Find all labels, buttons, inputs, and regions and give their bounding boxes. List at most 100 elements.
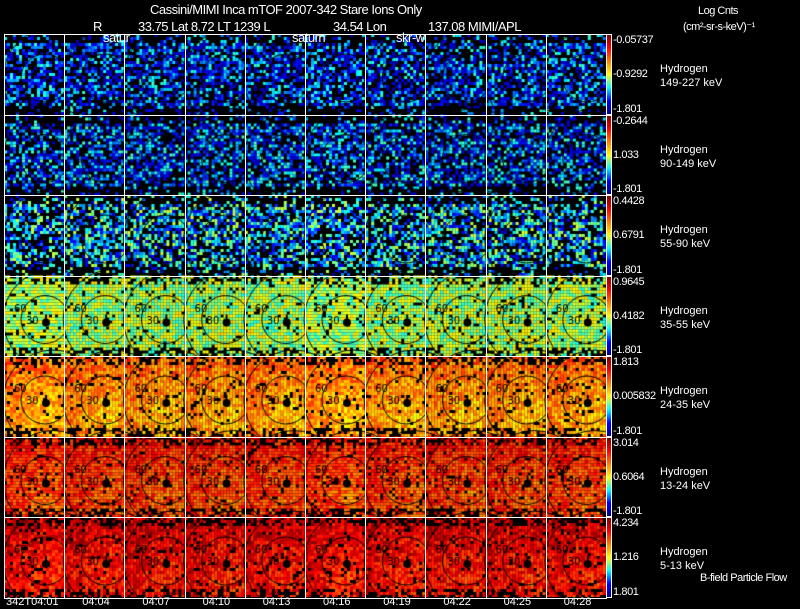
heatmap-cell [184,436,246,518]
energy-label: 55-90 keV [660,238,711,251]
heatmap-cell [365,436,427,518]
heatmap-cell [184,356,246,438]
heatmap-cell [124,114,186,196]
units-line1: Log Cnts [698,5,739,17]
heatmap-cell [64,517,126,599]
colorbar-min-label: -1.801 [613,263,642,276]
colorbar-mid-label: 1.216 [613,551,639,564]
colorbar-max-label: 1.813 [613,356,639,368]
heatmap-cell [124,436,186,518]
heatmap-cell [305,114,367,196]
heatmap-cell [124,275,186,357]
heatmap-cell [365,275,427,357]
overlay-label: saturn [292,30,326,45]
colorbar [606,114,612,195]
heatmap-cell [365,34,427,116]
row-label: Hydrogen 149-227 keV [660,62,722,90]
colorbar-min-label: -1.801 [613,424,642,437]
heatmap-cell [425,275,487,357]
time-tick-label: 04:04 [82,596,110,608]
heatmap-cell [4,275,66,357]
row-label: Hydrogen 90-149 keV [660,143,716,171]
subtitle-lon: 34.54 Lon [333,19,387,34]
heatmap-cell [305,275,367,357]
species-label: Hydrogen [660,143,708,156]
colorbar-min-label: -1.801 [613,505,642,517]
heatmap-cell [244,34,306,116]
heatmap-cell [485,356,547,438]
row-label: Hydrogen 13-24 keV [660,465,710,493]
heatmap-cell [244,356,306,438]
heatmap-cell [425,114,487,196]
heatmap-cell [4,436,66,518]
heatmap-cell [485,517,547,599]
time-tick-label: 04:13 [262,596,291,608]
colorbar [606,34,612,115]
colorbar-max-label: -0.2644 [613,114,648,127]
energy-label: 90-149 keV [660,157,717,170]
heatmap-cell [485,34,547,116]
colorbar-mid-label: -0.9292 [613,68,648,81]
heatmap-cell [124,356,186,438]
colorbar-min-label: 1.801 [613,585,639,598]
colorbar-mid-label: 0.005832 [613,390,656,403]
heatmap-cell [545,114,607,196]
row-label: Hydrogen 35-55 keV [660,304,710,332]
heatmap-cell [425,436,487,518]
heatmap-cell [244,436,306,518]
time-tick-label: 342T04:01 [6,596,59,608]
heatmap-cell [244,517,306,599]
subtitle-source: 137.08 MIMI/APL [428,19,521,34]
heatmap-cell [124,195,186,277]
subtitle-position: 33.75 Lat 8.72 LT 1239 L [138,19,271,34]
time-tick-label: 04:22 [443,596,471,608]
heatmap-cell [64,114,126,196]
colorbar-max-label: 4.234 [613,517,639,529]
heatmap-cell [64,275,126,357]
heatmap-cell [4,114,66,196]
heatmap-cell [184,517,246,599]
heatmap-cell [4,356,66,438]
energy-label: 13-24 keV [660,479,711,492]
colorbar-mid-label: 1.033 [613,148,639,161]
heatmap-cell [305,356,367,438]
overlay-label: skr-w [396,30,425,45]
heatmap-cell [4,517,66,599]
heatmap-cell [545,356,607,438]
species-label: Hydrogen [660,465,708,478]
colorbar [606,436,612,517]
heatmap-cell [124,34,186,116]
heatmap-cell [184,114,246,196]
heatmap-cell [4,195,66,277]
species-label: Hydrogen [660,304,708,317]
heatmap-cell [545,34,607,116]
heatmap-cell [485,195,547,277]
heatmap-cell [184,275,246,357]
heatmap-cell [64,34,126,116]
heatmap-cell [64,195,126,277]
colorbar-min-label: -1.801 [613,344,642,356]
time-tick-label: 04:25 [503,596,532,608]
colorbar-mid-label: 0.6791 [613,229,645,242]
colorbar-max-label: 0.9645 [613,275,645,288]
heatmap-cell [184,195,246,277]
heatmap-cell [545,195,607,277]
time-tick-label: 04:16 [323,596,351,608]
colorbar-max-label: -0.05737 [613,34,654,46]
overlay-label: satur [103,30,130,45]
species-label: Hydrogen [660,385,708,398]
colorbar-min-label: -1.801 [613,183,642,195]
heatmap-cell [244,275,306,357]
colorbar-max-label: 0.4428 [613,195,645,207]
colorbar-mid-label: 0.4182 [613,309,645,322]
heatmap-cell [244,195,306,277]
colorbar [606,517,612,598]
heatmap-cell [365,195,427,277]
species-label: Hydrogen [660,63,708,76]
heatmap-cell [425,356,487,438]
heatmap-cell [305,195,367,277]
bfield-note: B-field Particle Flow [700,572,787,584]
row-label: Hydrogen 5-13 keV [660,545,708,573]
heatmap-cell [305,517,367,599]
colorbar-max-label: 3.014 [613,436,639,449]
